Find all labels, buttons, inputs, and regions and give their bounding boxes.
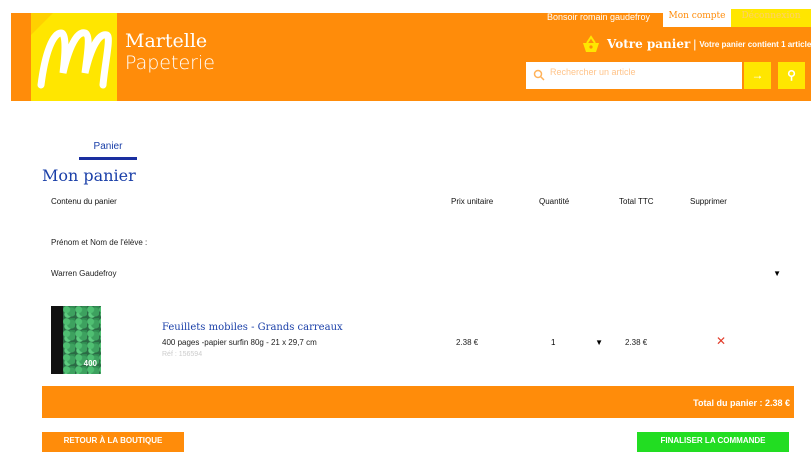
page-title: Mon panier <box>42 166 136 185</box>
back-to-shop-button[interactable]: RETOUR À LA BOUTIQUE <box>42 432 184 452</box>
search-go-button[interactable]: → <box>744 62 771 89</box>
brand-line2: Papeterie <box>125 52 215 74</box>
chevron-down-icon: ▼ <box>773 269 781 278</box>
account-button[interactable]: Mon compte <box>663 9 731 27</box>
student-select[interactable]: Warren Gaudefroy ▼ <box>51 269 781 278</box>
col-total: Total TTC <box>619 197 654 206</box>
logout-button[interactable]: Déconnexion <box>731 9 811 27</box>
site-header: Martelle Papeterie Bonsoir romain gaudef… <box>11 9 811 101</box>
col-unit-price: Prix unitaire <box>451 197 494 206</box>
student-selected: Warren Gaudefroy <box>51 269 117 278</box>
col-content: Contenu du panier <box>51 197 117 206</box>
search-zoom-button[interactable]: ⚲ <box>778 62 805 89</box>
item-unit-price: 2.38 € <box>456 338 479 347</box>
cart-title: Votre panier <box>607 37 691 51</box>
col-delete: Supprimer <box>690 197 727 206</box>
student-label: Prénom et Nom de l'élève : <box>51 238 148 247</box>
greeting-text: Bonsoir romain gaudefroy <box>547 12 651 22</box>
col-quantity: Quantité <box>539 197 570 206</box>
thumbnail-number: 400 <box>83 359 97 368</box>
chevron-down-icon: ▼ <box>595 338 603 347</box>
search-box <box>526 62 742 89</box>
tab-panier[interactable]: Panier <box>79 141 137 160</box>
finalize-order-button[interactable]: FINALISER LA COMMANDE <box>637 432 789 452</box>
search-icon <box>533 69 545 81</box>
cart-total: Total du panier : 2.38 € <box>693 398 790 408</box>
brand-line1: Martelle <box>125 30 208 52</box>
cart-total-bar: Total du panier : 2.38 € <box>42 386 794 418</box>
cart-summary[interactable]: Votre panier | Votre panier contient 1 a… <box>581 35 811 53</box>
quantity-value: 1 <box>551 338 556 347</box>
brand-name[interactable]: Martelle Papeterie <box>125 30 215 74</box>
cart-separator: | <box>693 37 697 51</box>
delete-icon[interactable]: ✕ <box>716 334 726 348</box>
product-ref: Réf : 156594 <box>162 351 203 358</box>
product-thumbnail[interactable]: 400 <box>51 306 101 374</box>
thumbnail-band <box>51 306 63 374</box>
cart-count: Votre panier contient 1 article <box>699 39 811 49</box>
logo-m-icon <box>31 13 112 89</box>
product-name[interactable]: Feuillets mobiles - Grands carreaux <box>162 322 343 333</box>
item-total: 2.38 € <box>625 338 648 347</box>
quantity-select[interactable]: 1 ▼ <box>551 338 603 347</box>
logo[interactable] <box>31 13 117 101</box>
search-input[interactable] <box>550 67 730 77</box>
basket-icon <box>583 35 599 52</box>
product-description: 400 pages -papier surfin 80g - 21 x 29,7… <box>162 338 317 347</box>
